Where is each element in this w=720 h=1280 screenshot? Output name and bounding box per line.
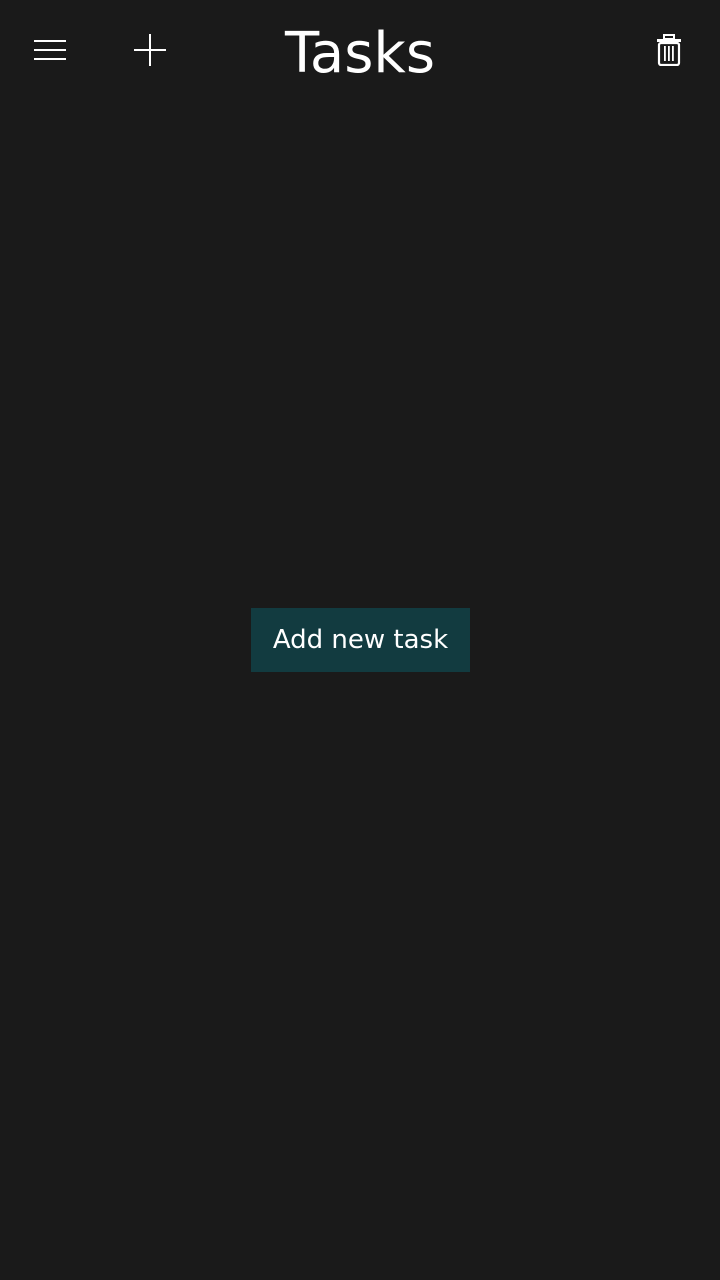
page-title: Tasks	[284, 21, 436, 86]
delete-button[interactable]	[639, 20, 699, 80]
plus-icon	[134, 34, 166, 66]
add-new-task-button[interactable]: Add new task	[251, 608, 470, 672]
trash-icon	[657, 34, 681, 66]
tasks-screen: Tasks Add new task	[0, 0, 720, 1280]
top-bar: Tasks	[0, 0, 720, 104]
add-button[interactable]	[120, 20, 180, 80]
menu-button[interactable]	[20, 20, 80, 80]
hamburger-menu-icon	[34, 40, 66, 60]
